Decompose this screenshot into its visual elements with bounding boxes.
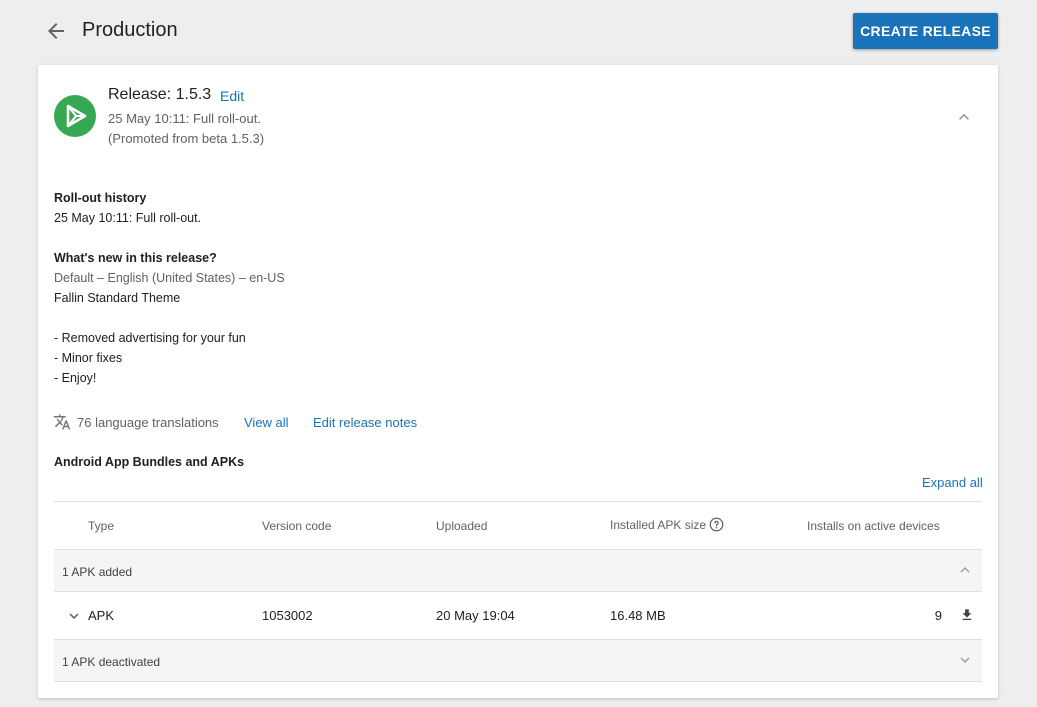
chevron-up-icon[interactable] [954,107,974,127]
bundles-table: Type Version code Uploaded Installed APK… [54,501,982,682]
help-circle-icon[interactable] [709,517,724,532]
cell-type: APK [88,608,115,623]
release-note-line: Fallin Standard Theme [54,291,181,305]
whats-new-heading: What's new in this release? [54,251,217,265]
create-release-button[interactable]: CREATE RELEASE [853,13,998,49]
column-header-apk-size: Installed APK size [610,517,724,532]
release-notes-locale: Default – English (United States) – en-U… [54,271,285,285]
cell-uploaded: 20 May 19:04 [436,608,515,623]
apk-group-deactivated[interactable]: 1 APK deactivated [54,640,982,682]
back-arrow-icon[interactable] [44,19,68,43]
chevron-down-icon[interactable] [956,651,974,669]
release-note-line: - Removed advertising for your fun [54,331,246,345]
rollout-history-entry: 25 May 10:11: Full roll-out. [54,211,202,225]
cell-version-code: 1053002 [262,608,313,623]
edit-release-notes-link[interactable]: Edit release notes [313,415,417,430]
release-promoted-note: (Promoted from beta 1.5.3) [108,131,265,146]
bundles-heading: Android App Bundles and APKs [54,455,245,469]
release-title: Release: 1.5.3 [108,86,212,103]
download-icon[interactable] [958,606,976,624]
page-title: Production [82,19,178,41]
chevron-down-icon[interactable] [65,607,83,625]
expand-all-link[interactable]: Expand all [922,475,983,490]
column-header-installs: Installs on active devices [807,519,940,533]
translations-count: 76 language translations [77,415,219,430]
column-header-uploaded: Uploaded [436,519,488,533]
rollout-history-heading: Roll-out history [54,191,147,205]
cell-installs: 9 [934,608,942,623]
translate-icon [53,413,71,431]
group-label: 1 APK added [62,565,133,579]
release-card: Release: 1.5.3 Edit 25 May 10:11: Full r… [38,65,998,698]
release-note-line: - Enjoy! [54,371,97,385]
edit-release-link[interactable]: Edit [220,88,244,104]
chevron-up-icon[interactable] [956,561,974,579]
column-header-version-code: Version code [262,519,332,533]
table-row: APK 1053002 20 May 19:04 16.48 MB 9 [54,592,982,640]
group-label: 1 APK deactivated [62,655,161,669]
table-header: Type Version code Uploaded Installed APK… [54,501,982,550]
apk-group-added[interactable]: 1 APK added [54,550,982,592]
cell-apk-size: 16.48 MB [610,608,666,623]
column-header-apk-size-label: Installed APK size [610,518,707,532]
play-logo-icon [54,95,96,137]
view-all-link[interactable]: View all [244,415,289,430]
release-status: 25 May 10:11: Full roll-out. [108,111,261,126]
column-header-type: Type [88,519,115,533]
top-bar: Production CREATE RELEASE [0,0,1037,62]
release-note-line: - Minor fixes [54,351,123,365]
